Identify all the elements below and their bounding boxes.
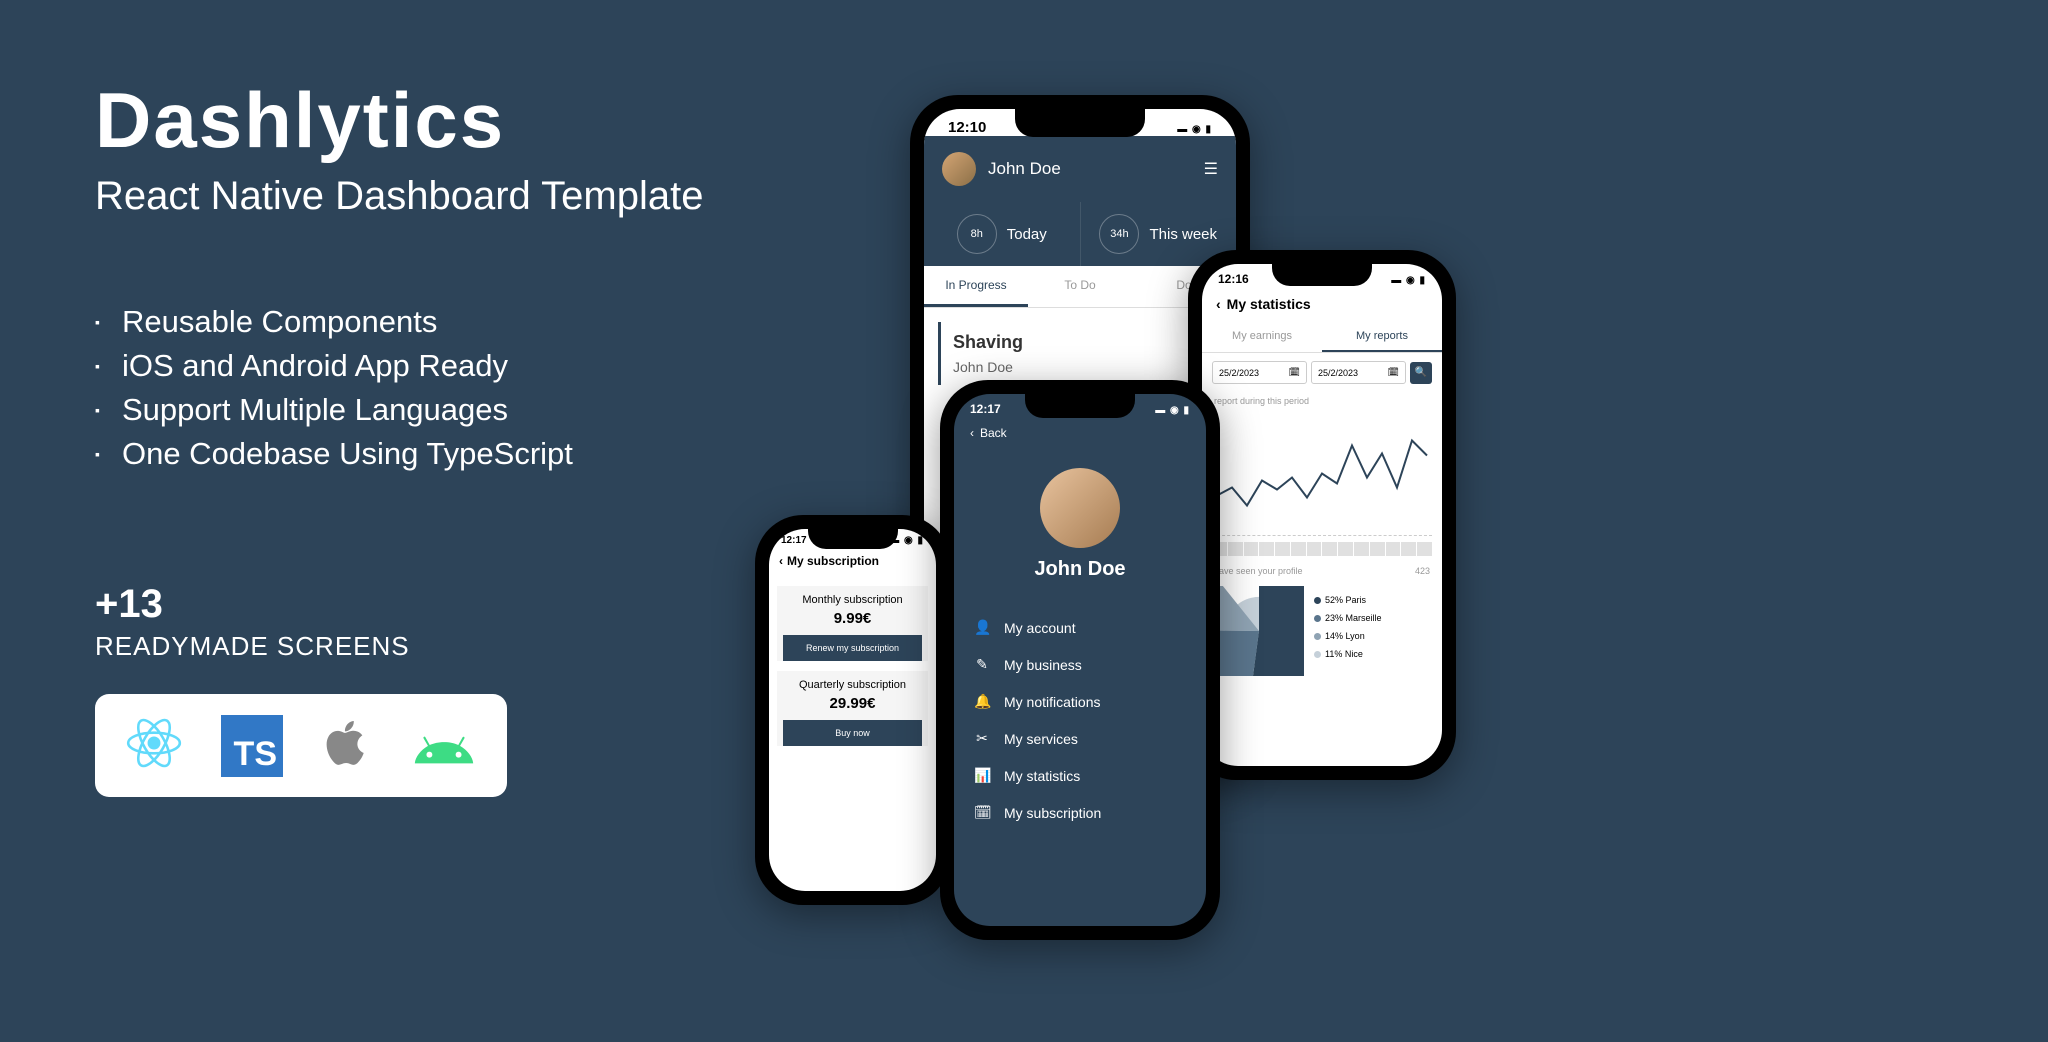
menu-item[interactable]: ✂My services <box>974 720 1186 757</box>
pie-legend: 52% Paris 23% Marseille 14% Lyon 11% Nice <box>1314 595 1430 667</box>
date-to-input[interactable]: 25/2/2023🗓 <box>1311 361 1406 384</box>
status-time: 12:17 <box>781 535 807 546</box>
tab-reports[interactable]: My reports <box>1322 322 1442 352</box>
phone-subscription: 12:17 ‹My subscription Monthly subscript… <box>755 515 950 905</box>
pie-chart <box>1214 586 1304 676</box>
task-card[interactable]: Shaving John Doe <box>938 322 1222 385</box>
pie-total: 423 <box>1415 566 1430 576</box>
plan-button[interactable]: Renew my subscription <box>783 635 922 661</box>
page-title[interactable]: ‹My statistics <box>1202 286 1442 322</box>
feature-item: One Codebase Using TypeScript <box>95 436 703 472</box>
menu-icon[interactable]: ☰ <box>1204 159 1218 179</box>
calendar-icon: 🗓 <box>1388 367 1399 378</box>
phone-statistics: 12:16 ‹My statistics My earnings My repo… <box>1188 250 1456 780</box>
plan-button[interactable]: Buy now <box>783 720 922 746</box>
screens-label: READYMADE SCREENS <box>95 631 703 662</box>
legend-item: 11% Nice <box>1314 649 1430 659</box>
status-time: 12:17 <box>970 402 1001 416</box>
status-icons <box>1391 272 1426 286</box>
profile-name: John Doe <box>954 558 1206 581</box>
user-name: John Doe <box>988 159 1061 179</box>
legend-item: 52% Paris <box>1314 595 1430 605</box>
plan-card: Monthly subscription 9.99€ Renew my subscr… <box>777 586 928 661</box>
plan-price: 9.99€ <box>783 610 922 627</box>
line-chart <box>1212 416 1432 536</box>
tab-todo[interactable]: To Do <box>1028 266 1132 307</box>
status-time: 12:16 <box>1218 272 1249 286</box>
menu-icon: ✎ <box>974 656 990 673</box>
react-icon <box>123 712 185 779</box>
menu-icon: 🗓 <box>974 804 990 821</box>
date-from-input[interactable]: 25/2/2023🗓 <box>1212 361 1307 384</box>
back-button[interactable]: ‹Back <box>954 416 1206 450</box>
task-title: Shaving <box>953 332 1210 353</box>
tab-in-progress[interactable]: In Progress <box>924 266 1028 307</box>
feature-item: iOS and Android App Ready <box>95 348 703 384</box>
chevron-left-icon: ‹ <box>1216 296 1221 312</box>
menu-item[interactable]: 🔔My notifications <box>974 683 1186 720</box>
plan-card: Quarterly subscription 29.99€ Buy now <box>777 671 928 746</box>
product-subtitle: React Native Dashboard Template <box>95 174 703 219</box>
status-icons <box>1177 119 1212 136</box>
chevron-left-icon: ‹ <box>970 426 974 440</box>
menu-item[interactable]: 👤My account <box>974 609 1186 646</box>
android-icon <box>409 721 479 770</box>
typescript-icon: TS <box>221 715 283 777</box>
chart-label: report during this period <box>1202 392 1442 410</box>
pie-label: have seen your profile <box>1214 566 1303 576</box>
tab-earnings[interactable]: My earnings <box>1202 322 1322 352</box>
feature-list: Reusable Components iOS and Android App … <box>95 304 703 472</box>
tech-badges: TS <box>95 694 507 797</box>
screens-count: +13 <box>95 582 703 627</box>
stat-value: 8h <box>957 214 997 254</box>
status-time: 12:10 <box>948 119 986 136</box>
search-button[interactable]: 🔍 <box>1410 362 1432 384</box>
avatar[interactable] <box>942 152 976 186</box>
stat-today[interactable]: 8h Today <box>924 202 1081 266</box>
legend-item: 14% Lyon <box>1314 631 1430 641</box>
menu-icon: 👤 <box>974 619 990 636</box>
status-icons <box>1155 402 1190 416</box>
stat-value: 34h <box>1099 214 1139 254</box>
menu-item[interactable]: ✎My business <box>974 646 1186 683</box>
chevron-left-icon: ‹ <box>779 554 783 568</box>
menu-item[interactable]: 📊My statistics <box>974 757 1186 794</box>
legend-item: 23% Marseille <box>1314 613 1430 623</box>
plan-price: 29.99€ <box>783 695 922 712</box>
menu-icon: ✂ <box>974 730 990 747</box>
stat-label: Today <box>1007 226 1047 243</box>
task-assignee: John Doe <box>953 359 1210 375</box>
page-title[interactable]: ‹My subscription <box>769 546 936 576</box>
menu-icon: 📊 <box>974 767 990 784</box>
stat-label: This week <box>1149 226 1217 243</box>
plan-name: Monthly subscription <box>783 594 922 606</box>
menu-icon: 🔔 <box>974 693 990 710</box>
bar-sparkline <box>1202 542 1442 556</box>
phone-profile: 12:17 ‹Back John Doe 👤My account✎My busi… <box>940 380 1220 940</box>
apple-icon <box>319 713 373 778</box>
menu-item[interactable]: 🗓My subscription <box>974 794 1186 831</box>
product-title: Dashlytics <box>95 75 703 166</box>
feature-item: Support Multiple Languages <box>95 392 703 428</box>
plan-name: Quarterly subscription <box>783 679 922 691</box>
calendar-icon: 🗓 <box>1289 367 1300 378</box>
avatar[interactable] <box>1040 468 1120 548</box>
feature-item: Reusable Components <box>95 304 703 340</box>
